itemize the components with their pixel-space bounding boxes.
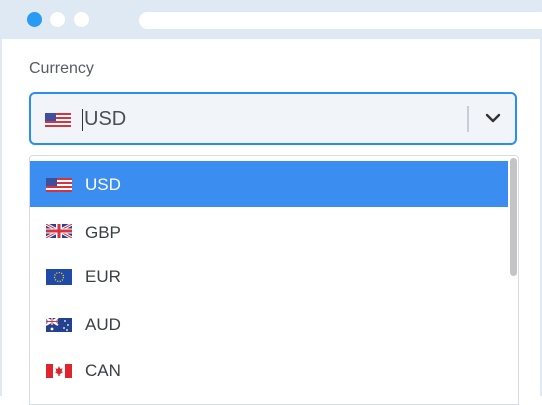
window-titlebar — [2, 1, 542, 39]
dropdown-option-can[interactable]: CAN — [30, 347, 508, 393]
uk-flag-icon — [45, 222, 73, 243]
option-label: CAN — [85, 361, 121, 380]
dropdown-option-aud[interactable]: AUD — [30, 301, 508, 347]
app-window: Currency USD USD GBP EUR AUD CAN — [0, 0, 542, 405]
dropdown-option-eur[interactable]: EUR — [30, 253, 508, 299]
dropdown-option-usd[interactable]: USD — [30, 161, 508, 207]
option-label: USD — [85, 175, 121, 194]
window-close-dot[interactable] — [27, 12, 42, 27]
option-label: AUD — [85, 315, 121, 334]
ca-flag-icon — [46, 364, 72, 383]
currency-label: Currency — [29, 60, 94, 77]
currency-select-value[interactable]: USD — [84, 108, 126, 131]
currency-dropdown-menu: USD GBP EUR AUD CAN — [29, 155, 519, 405]
us-flag-icon — [46, 178, 72, 197]
us-flag-icon — [45, 113, 71, 132]
option-label: GBP — [85, 223, 121, 242]
address-bar[interactable] — [139, 12, 542, 29]
eu-flag-icon — [46, 269, 72, 290]
select-separator — [467, 106, 469, 132]
chevron-down-icon[interactable] — [483, 111, 503, 125]
currency-select[interactable]: USD — [29, 92, 517, 145]
text-cursor — [82, 109, 83, 131]
option-label: EUR — [85, 267, 121, 286]
window-maximize-dot[interactable] — [74, 12, 89, 27]
dropdown-option-gbp[interactable]: GBP — [30, 208, 508, 254]
window-minimize-dot[interactable] — [50, 12, 65, 27]
au-flag-icon — [45, 317, 72, 337]
dropdown-scrollbar-thumb[interactable] — [510, 158, 517, 276]
